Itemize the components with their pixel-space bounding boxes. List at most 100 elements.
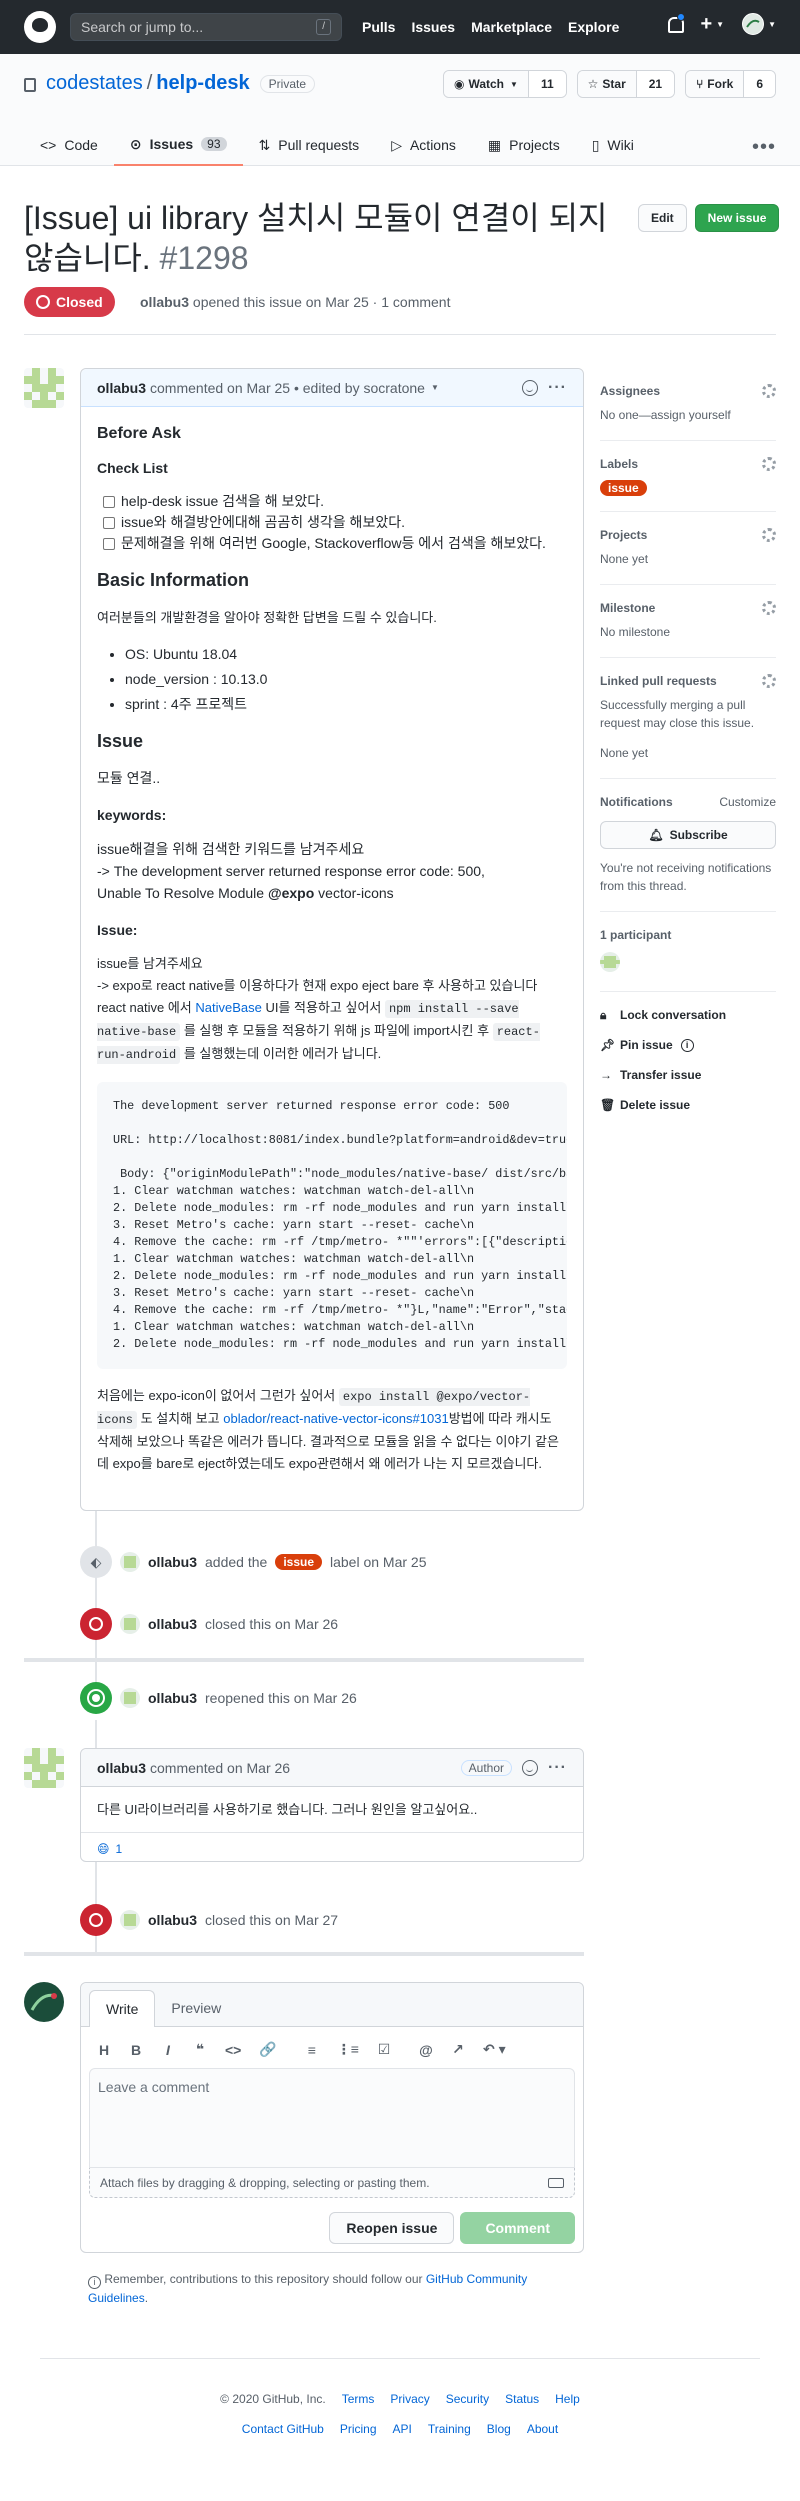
star-button[interactable]: ☆ Star	[577, 71, 636, 97]
task-checkbox[interactable]	[103, 516, 115, 529]
attach-files-area[interactable]: Attach files by dragging & dropping, sel…	[89, 2168, 575, 2198]
footer-link-about[interactable]: About	[527, 2422, 558, 2436]
actor-avatar[interactable]	[120, 1910, 140, 1930]
nav-issues[interactable]: Issues	[411, 19, 455, 35]
actor-link[interactable]: ollabu3	[148, 1554, 197, 1570]
task-list-icon[interactable]: ☑	[377, 2041, 391, 2058]
actor-link[interactable]: ollabu3	[148, 1616, 197, 1632]
participant-avatar[interactable]	[600, 952, 620, 972]
footer-link-blog[interactable]: Blog	[487, 2422, 511, 2436]
nav-explore[interactable]: Explore	[568, 19, 619, 35]
assign-yourself-link[interactable]: No one—assign yourself	[600, 406, 776, 424]
nativebase-link[interactable]: NativeBase	[195, 1000, 261, 1015]
current-user-avatar[interactable]	[24, 1982, 64, 2022]
chevron-down-icon[interactable]: ▼	[716, 20, 724, 29]
more-options-icon[interactable]: ···	[548, 1759, 567, 1777]
repo-owner-link[interactable]: codestates	[46, 72, 143, 95]
author-avatar[interactable]	[24, 368, 64, 408]
actor-link[interactable]: ollabu3	[148, 1690, 197, 1706]
comment-author-link[interactable]: ollabu3	[97, 1760, 146, 1776]
gear-icon[interactable]	[762, 674, 776, 688]
quote-icon[interactable]: ❝	[193, 2041, 207, 2058]
tab-code[interactable]: <> Code	[24, 124, 114, 166]
actor-avatar[interactable]	[120, 1688, 140, 1708]
actor-link[interactable]: ollabu3	[148, 1912, 197, 1928]
gear-icon[interactable]	[762, 457, 776, 471]
new-issue-button[interactable]: New issue	[694, 204, 780, 232]
task-checkbox[interactable]	[103, 537, 115, 550]
tab-issues[interactable]: ⊙ Issues 93	[113, 124, 243, 166]
delete-issue-link[interactable]: 🗑︎ Delete issue	[600, 1098, 776, 1112]
user-avatar[interactable]	[742, 13, 765, 35]
footer-link-help[interactable]: Help	[555, 2392, 580, 2406]
watch-button[interactable]: ◉ Watch ▼	[443, 71, 528, 97]
edit-title-button[interactable]: Edit	[638, 204, 687, 232]
tab-actions[interactable]: ▷ Actions	[375, 124, 472, 166]
footer-link-pricing[interactable]: Pricing	[340, 2422, 377, 2436]
task-checkbox[interactable]	[103, 495, 115, 508]
lock-conversation-link[interactable]: 🔒︎ Lock conversation	[600, 1008, 776, 1022]
link-icon[interactable]: 🔗	[259, 2041, 276, 2058]
cross-reference-icon[interactable]: ↗	[451, 2041, 465, 2058]
pin-issue-link[interactable]: 📌︎ Pin issue i	[600, 1038, 776, 1052]
tab-write[interactable]: Write	[89, 1990, 156, 2027]
add-reaction-icon[interactable]	[522, 1759, 539, 1776]
tab-projects[interactable]: ▦ Projects	[472, 124, 576, 166]
italic-icon[interactable]: I	[161, 2042, 175, 2058]
code-icon[interactable]: <>	[225, 2042, 241, 2058]
footer-link-training[interactable]: Training	[428, 2422, 471, 2436]
comment-author-link[interactable]: ollabu3	[97, 380, 146, 396]
add-reaction-icon[interactable]	[522, 379, 539, 396]
more-options-icon[interactable]: ···	[548, 379, 567, 397]
footer-link-contact[interactable]: Contact GitHub	[242, 2422, 324, 2436]
actor-avatar[interactable]	[120, 1552, 140, 1572]
reopen-issue-button[interactable]: Reopen issue	[329, 2212, 455, 2244]
repo-name-link[interactable]: help-desk	[156, 72, 249, 95]
more-tabs-icon[interactable]: •••	[752, 136, 776, 159]
footer-link-privacy[interactable]: Privacy	[390, 2392, 429, 2406]
gear-icon[interactable]	[762, 384, 776, 398]
tab-wiki[interactable]: ▯ Wiki	[576, 124, 650, 166]
watch-count[interactable]: 11	[527, 71, 566, 97]
markdown-icon[interactable]	[548, 2177, 564, 2188]
subscribe-button[interactable]: 🔔︎ Subscribe	[600, 821, 776, 849]
footer-link-terms[interactable]: Terms	[342, 2392, 375, 2406]
nav-pulls[interactable]: Pulls	[362, 19, 395, 35]
tab-pull-requests[interactable]: ⇅ Pull requests	[243, 124, 376, 166]
mention-icon[interactable]: @	[419, 2042, 433, 2058]
actor-avatar[interactable]	[120, 1614, 140, 1634]
unordered-list-icon[interactable]: ≡	[305, 2042, 319, 2058]
github-logo-icon[interactable]	[24, 11, 56, 43]
transfer-issue-link[interactable]: → Transfer issue	[600, 1068, 776, 1082]
gear-icon[interactable]	[762, 528, 776, 542]
create-new-icon[interactable]: +	[700, 14, 712, 34]
smile-reaction-icon[interactable]: 😄	[97, 1842, 110, 1856]
ordered-list-icon[interactable]: ⋮≡	[337, 2041, 359, 2058]
chevron-down-icon[interactable]: ▼	[768, 20, 776, 29]
heading-icon[interactable]: H	[97, 2042, 111, 2058]
issue-label[interactable]: issue	[600, 480, 647, 496]
footer-link-security[interactable]: Security	[446, 2392, 489, 2406]
comment-button[interactable]: Comment	[460, 2212, 575, 2244]
comment-textarea[interactable]: Leave a comment	[89, 2068, 575, 2168]
fork-count[interactable]: 6	[743, 71, 775, 97]
author-avatar[interactable]	[24, 1748, 64, 1788]
bold-icon[interactable]: B	[129, 2042, 143, 2058]
nav-marketplace[interactable]: Marketplace	[471, 19, 552, 35]
footer-link-api[interactable]: API	[393, 2422, 412, 2436]
star-count[interactable]: 21	[635, 71, 675, 97]
chevron-down-icon[interactable]: ▼	[431, 383, 439, 392]
footer-link-status[interactable]: Status	[505, 2392, 539, 2406]
reaction-count[interactable]: 1	[116, 1842, 123, 1856]
customize-link[interactable]: Customize	[719, 795, 776, 809]
list-item: node_version : 10.13.0	[125, 669, 567, 690]
saved-replies-icon[interactable]: ↶ ▾	[483, 2041, 506, 2058]
fork-button[interactable]: ⑂ Fork	[686, 71, 744, 97]
issue-label[interactable]: issue	[275, 1554, 322, 1570]
notifications-bell-icon[interactable]	[666, 13, 686, 33]
gear-icon[interactable]	[762, 601, 776, 615]
issue-author-link[interactable]: ollabu3	[140, 294, 189, 310]
vector-icons-issue-link[interactable]: oblador/react-native-vector-icons#1031	[223, 1411, 448, 1426]
search-input[interactable]: Search or jump to... /	[70, 13, 342, 41]
tab-preview[interactable]: Preview	[155, 1990, 237, 2026]
